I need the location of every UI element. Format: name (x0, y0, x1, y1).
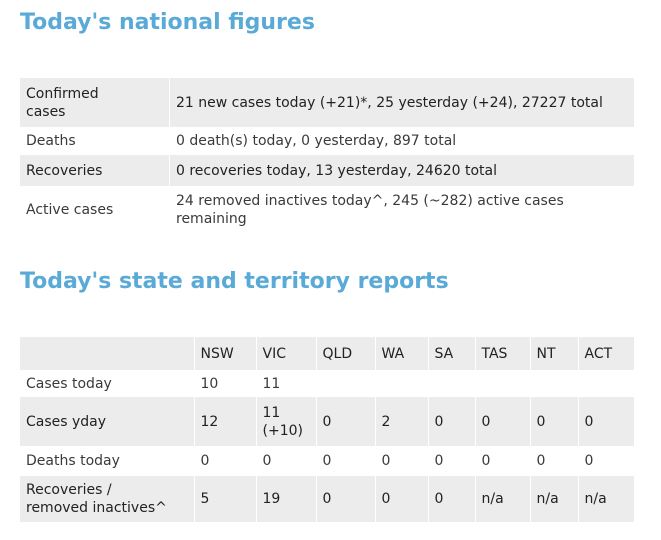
column-header: TAS (475, 337, 531, 370)
table-cell: 0 (428, 397, 476, 446)
table-cell: 0 (475, 397, 531, 446)
row-label-active: Active cases (20, 186, 170, 233)
row-label: Cases yday (20, 397, 195, 446)
table-cell: n/a (530, 476, 579, 522)
table-cell: 0 (584, 413, 594, 430)
row-value-active: 24 removed inactives today^, 245 (~282) … (176, 192, 564, 227)
table-cell: 0 (316, 446, 376, 476)
table-cell: 0 (375, 476, 429, 522)
table-cell: 12 (194, 397, 257, 446)
table-row: Cases yday 12 11 (+10) 0 2 0 0 0 0 (20, 397, 634, 446)
column-header: WA (375, 337, 429, 370)
table-row: Deaths today 0 0 0 0 0 0 0 0 (20, 446, 634, 476)
table-cell: 0 (428, 476, 476, 522)
table-cell: 10 (194, 370, 257, 397)
row-value-recoveries: 0 recoveries today, 13 yesterday, 24620 … (176, 162, 498, 179)
table-row: Recoveries / removed inactives^ 5 19 0 0 … (20, 476, 634, 522)
table-cell: 2 (375, 397, 429, 446)
table-cell (375, 370, 429, 397)
column-header: NSW (194, 337, 257, 370)
table-cell (316, 370, 376, 397)
table-cell: 0 (530, 446, 579, 476)
national-figures-table: Confirmed cases 21 new cases today (+21)*… (20, 78, 634, 233)
column-header: ACT (584, 345, 613, 362)
table-row: Confirmed cases 21 new cases today (+21)*… (20, 78, 634, 127)
row-label: Deaths today (20, 446, 195, 476)
table-cell: n/a (475, 476, 531, 522)
row-value-confirmed: 21 new cases today (+21)*, 25 yesterday … (176, 94, 603, 111)
table-cell: 11 (+10) (256, 397, 317, 446)
table-cell: 0 (584, 453, 594, 469)
row-value-deaths: 0 death(s) today, 0 yesterday, 897 total (176, 133, 457, 149)
table-cell (530, 370, 579, 397)
table-cell (475, 370, 531, 397)
column-header: SA (428, 337, 476, 370)
row-label: Recoveries / removed inactives^ (20, 476, 195, 522)
table-cell: 19 (256, 476, 317, 522)
table-row: Cases today 10 11 (20, 370, 634, 397)
row-label: Cases today (20, 370, 195, 397)
table-header-row: NSW VIC QLD WA SA TAS NT ACT (20, 337, 634, 370)
table-row: Recoveries 0 recoveries today, 13 yester… (20, 155, 634, 186)
table-cell: 0 (530, 397, 579, 446)
row-label-confirmed: Confirmed cases (20, 78, 170, 127)
table-cell (428, 370, 476, 397)
column-header: QLD (316, 337, 376, 370)
table-cell: 0 (428, 446, 476, 476)
header-blank (20, 337, 195, 370)
state-reports-table: NSW VIC QLD WA SA TAS NT ACT Cases today… (20, 337, 634, 522)
table-cell: 11 (256, 370, 317, 397)
table-cell: 0 (256, 446, 317, 476)
state-reports-heading: Today's state and territory reports (20, 269, 449, 294)
table-cell: 0 (316, 476, 376, 522)
column-header: NT (530, 337, 579, 370)
table-cell: 0 (316, 397, 376, 446)
table-cell (578, 370, 634, 397)
table-cell: n/a (584, 491, 607, 507)
table-row: Active cases 24 removed inactives today^… (20, 186, 634, 233)
column-header: VIC (256, 337, 317, 370)
national-figures-heading: Today's national figures (20, 10, 315, 35)
table-cell: 0 (475, 446, 531, 476)
row-label-recoveries: Recoveries (20, 155, 170, 186)
table-row: Deaths 0 death(s) today, 0 yesterday, 89… (20, 127, 634, 155)
table-cell: 0 (194, 446, 257, 476)
table-cell: 5 (194, 476, 257, 522)
row-label-deaths: Deaths (20, 127, 170, 155)
table-cell: 0 (375, 446, 429, 476)
